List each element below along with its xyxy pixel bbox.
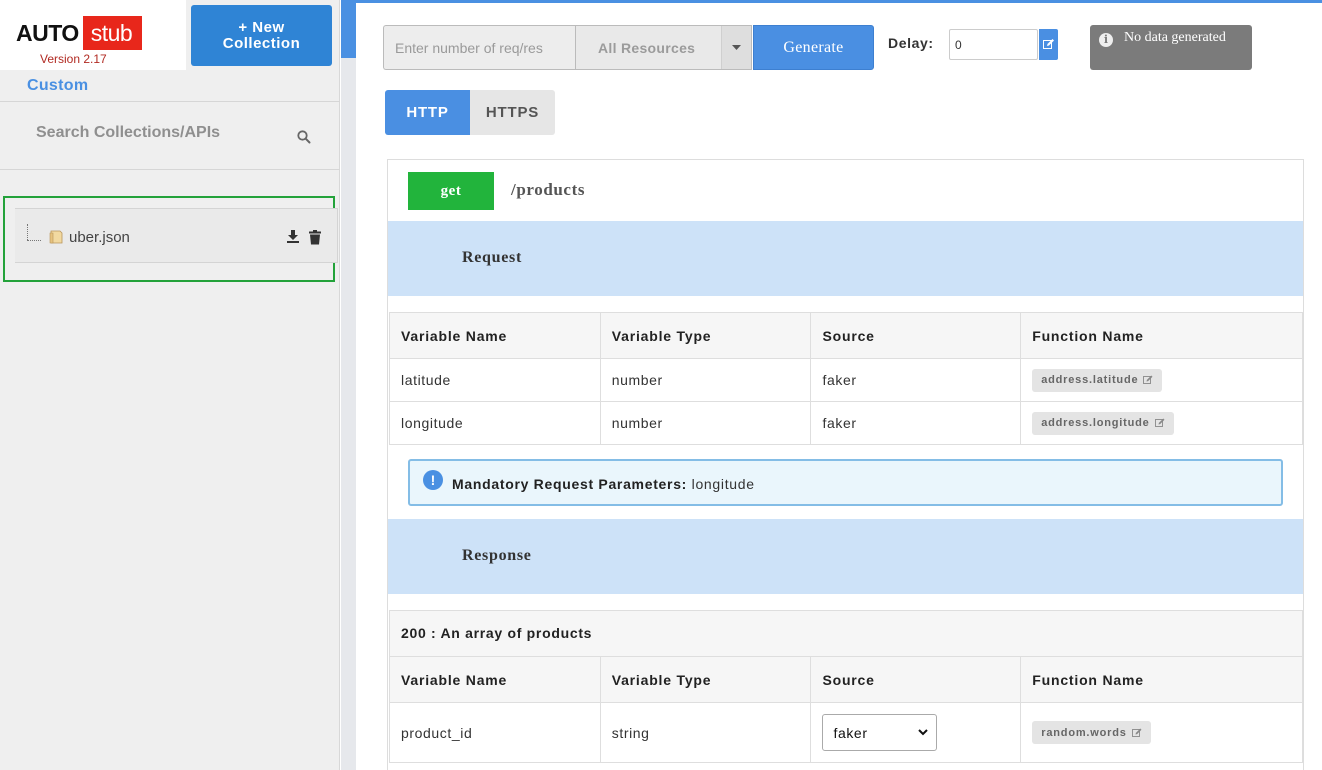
tree-connector	[27, 224, 28, 240]
collections-search-input[interactable]	[36, 124, 286, 142]
column-header: Source	[810, 312, 1022, 359]
version-label: Version 2.17	[40, 52, 107, 66]
caret-down-icon[interactable]	[721, 26, 751, 69]
column-header: Function Name	[1020, 656, 1303, 703]
variable-type-cell: number	[599, 358, 812, 402]
collection-file-name: uber.json	[69, 229, 130, 246]
response-section-title: Response	[462, 547, 532, 564]
request-variables-table: Variable Name Variable Type Source Funct…	[389, 312, 1303, 445]
json-file-icon	[49, 230, 63, 244]
variable-type-cell: string	[599, 702, 812, 763]
function-chip[interactable]: address.latitude	[1032, 368, 1163, 392]
variable-name-cell: product_id	[389, 702, 601, 763]
delay-label: Delay:	[888, 35, 934, 51]
search-icon[interactable]	[297, 130, 311, 144]
response-status-line: 200 : An array of products	[389, 610, 1303, 657]
logo: AUTO stub	[16, 16, 143, 50]
column-header: Variable Type	[599, 312, 812, 359]
generate-button[interactable]: Generate	[753, 25, 874, 70]
edit-icon[interactable]	[1143, 375, 1153, 385]
request-count-input[interactable]	[383, 25, 576, 70]
column-header: Variable Name	[389, 312, 601, 359]
table-header-row: Variable Name Variable Type Source Funct…	[389, 656, 1303, 703]
custom-section-label[interactable]: Custom	[27, 77, 88, 95]
column-header: Variable Name	[389, 656, 601, 703]
download-icon[interactable]	[286, 229, 300, 243]
edit-icon[interactable]	[1131, 728, 1142, 738]
function-name-cell: address.longitude	[1020, 401, 1303, 445]
edit-icon[interactable]	[1039, 29, 1058, 60]
info-icon: i	[1099, 33, 1113, 47]
source-cell: faker	[810, 702, 1022, 763]
column-header: Variable Type	[599, 656, 812, 703]
function-chip[interactable]: address.longitude	[1032, 411, 1174, 435]
tab-http[interactable]: HTTP	[385, 90, 470, 135]
source-cell: faker	[810, 401, 1022, 445]
app-root: AUTO stub Version 2.17 + New Collection …	[0, 0, 1322, 770]
table-row: longitude number faker address.longitude	[389, 401, 1303, 445]
logo-auto-text: AUTO	[16, 20, 79, 46]
status-message: No data generated	[1124, 30, 1226, 45]
status-badge: i No data generated	[1090, 25, 1252, 70]
main-left-gutter	[341, 0, 356, 770]
collection-item[interactable]: uber.json	[15, 208, 338, 263]
new-collection-button[interactable]: + New Collection	[191, 5, 332, 66]
response-variables-table: Variable Name Variable Type Source Funct…	[389, 656, 1303, 763]
table-row: product_id string faker random.words	[389, 702, 1303, 763]
trash-icon[interactable]	[309, 230, 321, 245]
function-name-cell: random.words	[1020, 702, 1303, 763]
tab-https[interactable]: HTTPS	[470, 90, 555, 135]
table-row: latitude number faker address.latitude	[389, 358, 1303, 402]
mandatory-params-alert: ! Mandatory Request Parameters: longitud…	[408, 459, 1283, 506]
resources-dropdown-value: All Resources	[598, 39, 696, 56]
exclamation-icon: !	[423, 470, 443, 490]
source-dropdown[interactable]: faker	[822, 714, 938, 751]
request-section-header: Request	[388, 221, 1303, 296]
variable-type-cell: number	[599, 401, 812, 445]
main-gutter-accent	[341, 0, 356, 58]
table-header-row: Variable Name Variable Type Source Funct…	[389, 312, 1303, 359]
new-collection-label: + New Collection	[222, 18, 301, 52]
response-section-header: Response	[388, 519, 1303, 594]
api-path: /products	[511, 180, 586, 199]
mandatory-params-value: longitude	[691, 476, 755, 492]
edit-icon[interactable]	[1154, 418, 1165, 428]
delay-input[interactable]	[949, 29, 1038, 60]
logo-area: AUTO stub Version 2.17	[0, 0, 186, 70]
column-header: Function Name	[1020, 312, 1303, 359]
function-chip[interactable]: random.words	[1032, 721, 1151, 744]
http-method-badge[interactable]: get	[408, 172, 494, 210]
sidebar: AUTO stub Version 2.17 + New Collection …	[0, 0, 340, 770]
chevron-down-icon	[918, 729, 929, 736]
source-cell: faker	[810, 358, 1022, 402]
logo-stub-text: stub	[82, 16, 143, 50]
function-name-cell: address.latitude	[1020, 358, 1303, 402]
column-header: Source	[810, 656, 1022, 703]
tree-connector	[27, 240, 41, 241]
request-section-title: Request	[462, 249, 523, 266]
variable-name-cell: longitude	[389, 401, 601, 445]
variable-name-cell: latitude	[389, 358, 601, 402]
resources-dropdown[interactable]: All Resources	[575, 25, 752, 70]
mandatory-params-text: Mandatory Request Parameters: longitude	[452, 476, 755, 492]
collections-search	[0, 102, 340, 170]
